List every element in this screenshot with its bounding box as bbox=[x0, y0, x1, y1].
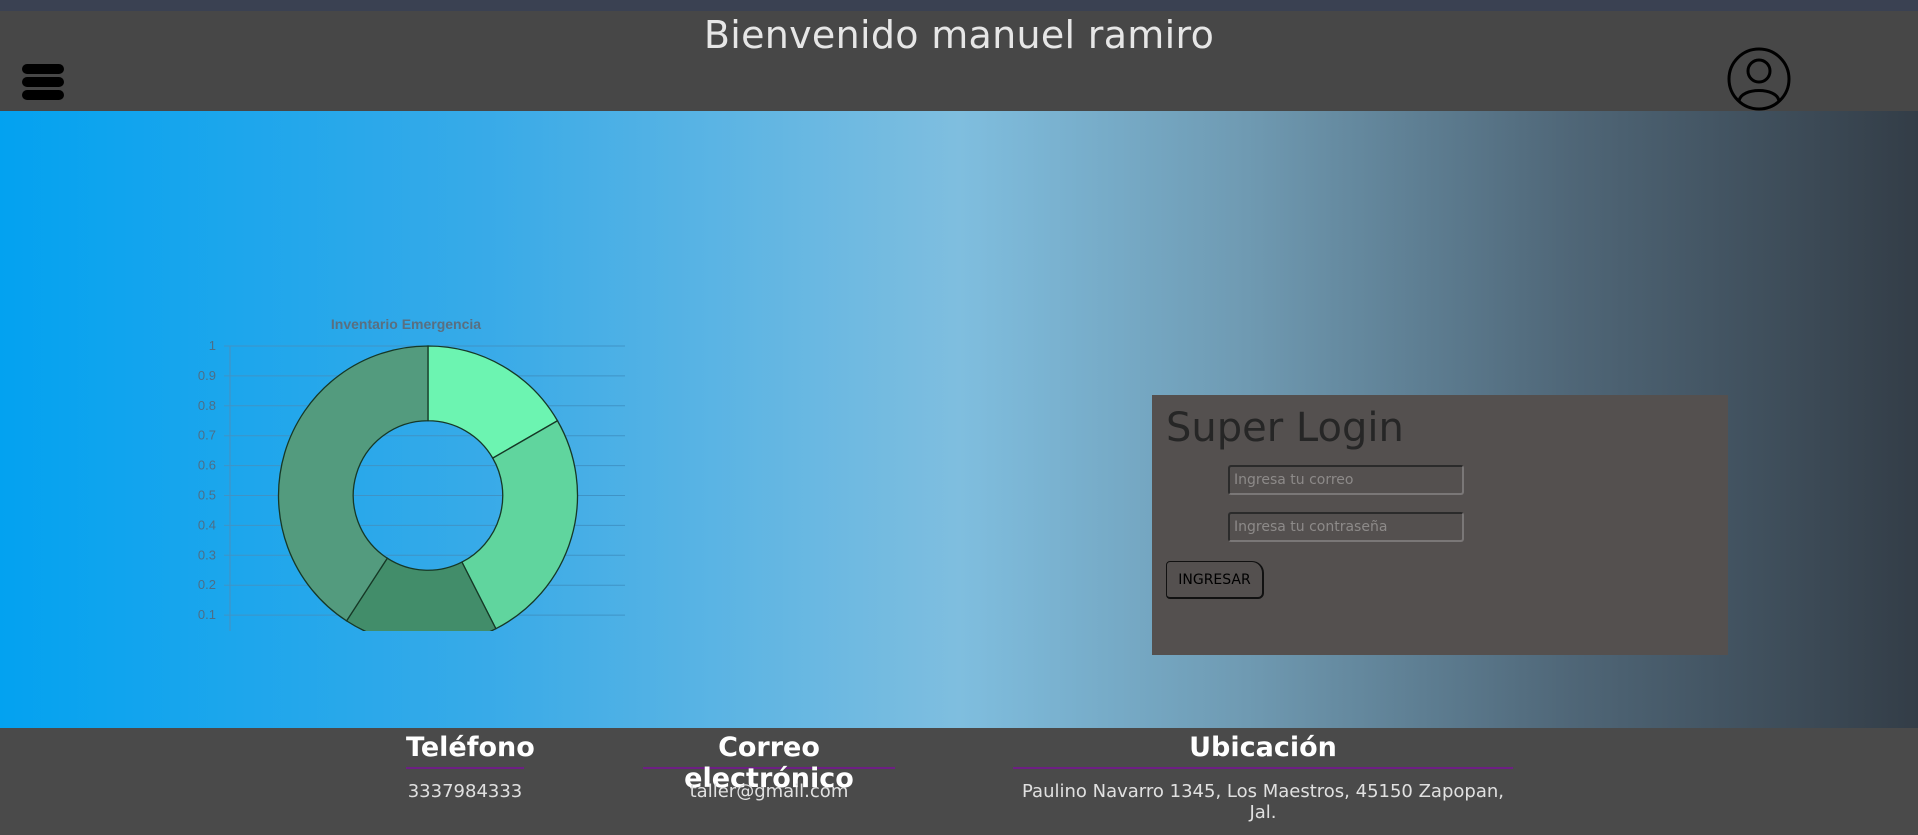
footer-location: Ubicación Paulino Navarro 1345, Los Maes… bbox=[1013, 728, 1513, 823]
doughnut-chart: Inventario Emergencia 00.10.20.30.40.50.… bbox=[198, 316, 625, 631]
footer-location-heading: Ubicación bbox=[1013, 728, 1513, 769]
main-content: Inventario Emergencia 00.10.20.30.40.50.… bbox=[0, 111, 1918, 728]
footer-email-value: taller@gmail.com bbox=[689, 781, 849, 802]
chart-tick-label: 0.9 bbox=[198, 368, 216, 383]
chart-tick-label: 0.4 bbox=[198, 517, 216, 532]
user-circle-icon[interactable] bbox=[1727, 47, 1791, 111]
page-title: Bienvenido manuel ramiro bbox=[703, 13, 1215, 57]
email-field[interactable] bbox=[1228, 465, 1464, 495]
login-panel: Super Login INGRESAR bbox=[1152, 395, 1728, 655]
login-title: Super Login bbox=[1166, 405, 1404, 451]
footer-location-value: Paulino Navarro 1345, Los Maestros, 4515… bbox=[1022, 781, 1504, 823]
login-submit-button[interactable]: INGRESAR bbox=[1166, 561, 1264, 599]
chart-tick-label: 0.6 bbox=[198, 458, 216, 473]
footer-email-heading: Correo electrónico bbox=[643, 728, 895, 794]
hamburger-menu-icon[interactable] bbox=[22, 64, 66, 104]
header: Bienvenido manuel ramiro bbox=[0, 11, 1918, 111]
footer: Teléfono 3337984333 Correo electrónico t… bbox=[0, 728, 1918, 835]
inventory-chart: Inventario Emergencia 00.10.20.30.40.50.… bbox=[150, 191, 650, 631]
footer-email: Correo electrónico taller@gmail.com bbox=[643, 728, 895, 802]
chart-tick-label: 0.1 bbox=[198, 607, 216, 622]
password-field[interactable] bbox=[1228, 512, 1464, 542]
footer-phone-heading: Teléfono bbox=[406, 728, 535, 769]
chart-tick-label: 0.8 bbox=[198, 398, 216, 413]
chart-tick-label: 0.7 bbox=[198, 428, 216, 443]
chart-tick-label: 1 bbox=[209, 338, 216, 353]
footer-phone-value: 3337984333 bbox=[407, 781, 523, 802]
footer-phone: Teléfono 3337984333 bbox=[406, 728, 535, 802]
chart-tick-label: 0.5 bbox=[198, 488, 216, 503]
top-strip bbox=[0, 0, 1918, 11]
chart-tick-label: 0.3 bbox=[198, 547, 216, 562]
chart-tick-label: 0.2 bbox=[198, 577, 216, 592]
chart-title: Inventario Emergencia bbox=[331, 316, 481, 332]
